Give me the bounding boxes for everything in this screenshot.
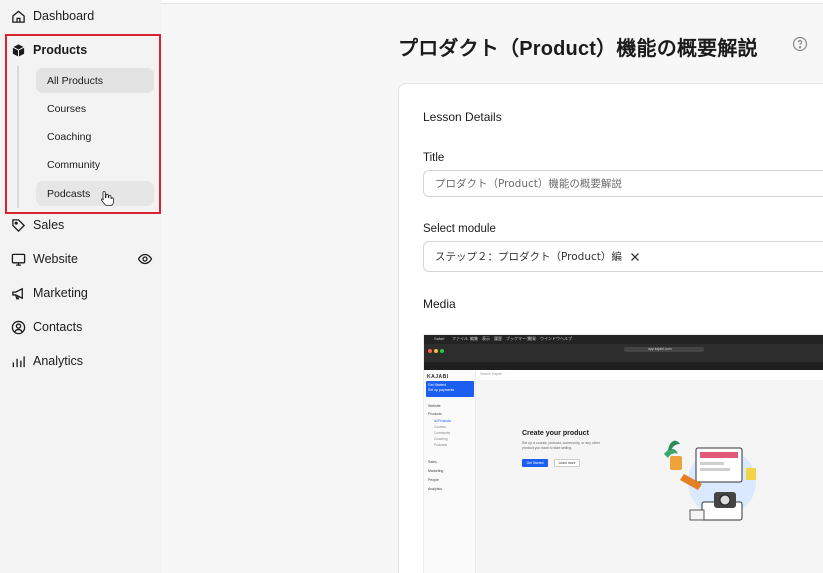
- preview-menu-item: ウインドウ: [540, 336, 560, 341]
- preview-menu-item: ヘルプ: [560, 336, 572, 341]
- sidebar-item-contacts[interactable]: Contacts: [10, 315, 155, 339]
- monitor-icon: [10, 251, 26, 267]
- product-illustration-icon: [664, 440, 756, 521]
- preview-side-subitem: Coaching: [434, 437, 448, 441]
- preview-search: Search Kajabi...: [480, 372, 505, 376]
- preview-subtext: Set up a course, podcast, community, or …: [522, 441, 600, 450]
- preview-menu-item: Safari: [434, 336, 445, 341]
- home-icon: [10, 8, 26, 24]
- sidebar-item-analytics[interactable]: Analytics: [10, 349, 155, 373]
- preview-menu-item: 表示: [482, 336, 490, 341]
- preview-menu-item: 開発: [528, 336, 536, 341]
- preview-menu-item: 編集: [470, 336, 478, 341]
- preview-banner-line: Set up payments: [428, 388, 455, 392]
- eye-icon[interactable]: [137, 251, 153, 267]
- preview-side-subitem: Courses: [434, 425, 446, 429]
- sidebar-item-dashboard[interactable]: Dashboard: [10, 4, 155, 28]
- preview-side-item: Marketing: [428, 469, 444, 473]
- preview-side-item: Website: [428, 404, 441, 408]
- preview-menu-item: 履歴: [494, 336, 502, 341]
- preview-menu-item: ブックマーク: [506, 336, 530, 341]
- sidebar-item-label: Marketing: [33, 286, 88, 300]
- clear-icon[interactable]: [629, 251, 641, 263]
- preview-sidebar: KAJABI Get Started Set up payments Websi…: [424, 370, 476, 573]
- section-title: Lesson Details: [423, 110, 502, 124]
- preview-setup-banner: Get Started Set up payments: [426, 381, 474, 397]
- preview-url-text: app.kajabi.com: [648, 347, 672, 351]
- sidebar-item-label: Analytics: [33, 354, 84, 368]
- sidebar-item-website[interactable]: Website: [10, 247, 155, 271]
- preview-side-item: Analytics: [428, 487, 443, 491]
- sidebar-item-label: Website: [33, 252, 78, 266]
- preview-side-subitem: Community: [434, 431, 451, 435]
- bar-chart-icon: [10, 353, 26, 369]
- preview-side-subitem: All Products: [434, 419, 452, 423]
- top-bar: [161, 0, 823, 4]
- preview-browser-chrome: app.kajabi.com: [424, 344, 823, 362]
- title-input[interactable]: [423, 170, 823, 197]
- preview-logo: KAJABI: [427, 374, 449, 380]
- maximize-dot-icon: [440, 349, 444, 353]
- sidebar-item-label: Sales: [33, 218, 65, 232]
- preview-menu-item: ファイル: [452, 336, 468, 341]
- preview-side-subitem: Podcasts: [434, 443, 448, 447]
- sidebar-item-label: Contacts: [33, 320, 83, 334]
- preview-side-item: Sales: [428, 460, 437, 464]
- help-icon[interactable]: [792, 36, 808, 52]
- lesson-details-card: Lesson Details Title Select module ステップ２…: [398, 83, 823, 573]
- preview-get-started-button: Get Started: [522, 459, 548, 467]
- preview-banner-line: Get Started: [428, 383, 446, 387]
- preview-content-area: [476, 380, 823, 573]
- title-label: Title: [423, 152, 445, 164]
- sidebar-item-sales[interactable]: Sales: [10, 213, 155, 237]
- preview-side-item: Products: [428, 412, 442, 416]
- minimize-dot-icon: [434, 349, 438, 353]
- preview-learn-more-button: Learn more: [554, 459, 580, 467]
- main-content: プロダクト（Product）機能の概要解説 Lesson Details Tit…: [161, 0, 823, 573]
- preview-side-item: People: [428, 478, 439, 482]
- page-title: プロダクト（Product）機能の概要解説: [398, 38, 758, 60]
- media-label: Media: [423, 297, 456, 311]
- highlight-box: [5, 34, 161, 214]
- preview-url-bar: app.kajabi.com: [624, 347, 704, 352]
- preview-menubar: Safari ファイル 編集 表示 履歴 ブックマーク 開発 ウインドウ ヘルプ: [424, 335, 823, 344]
- preview-tab-strip: [424, 362, 823, 370]
- sidebar: Dashboard Products All Products Courses …: [0, 0, 161, 573]
- module-selected-value: ステップ２：プロダクト（Product）編: [435, 251, 622, 263]
- module-select[interactable]: ステップ２：プロダクト（Product）編: [423, 241, 823, 272]
- tag-icon: [10, 217, 26, 233]
- user-circle-icon: [10, 319, 26, 335]
- sidebar-item-label: Dashboard: [33, 9, 95, 23]
- module-label: Select module: [423, 223, 496, 235]
- media-preview[interactable]: Safari ファイル 編集 表示 履歴 ブックマーク 開発 ウインドウ ヘルプ…: [423, 334, 823, 573]
- sidebar-item-marketing[interactable]: Marketing: [10, 281, 155, 305]
- megaphone-icon: [10, 285, 26, 301]
- close-dot-icon: [428, 349, 432, 353]
- preview-headline: Create your product: [522, 430, 589, 437]
